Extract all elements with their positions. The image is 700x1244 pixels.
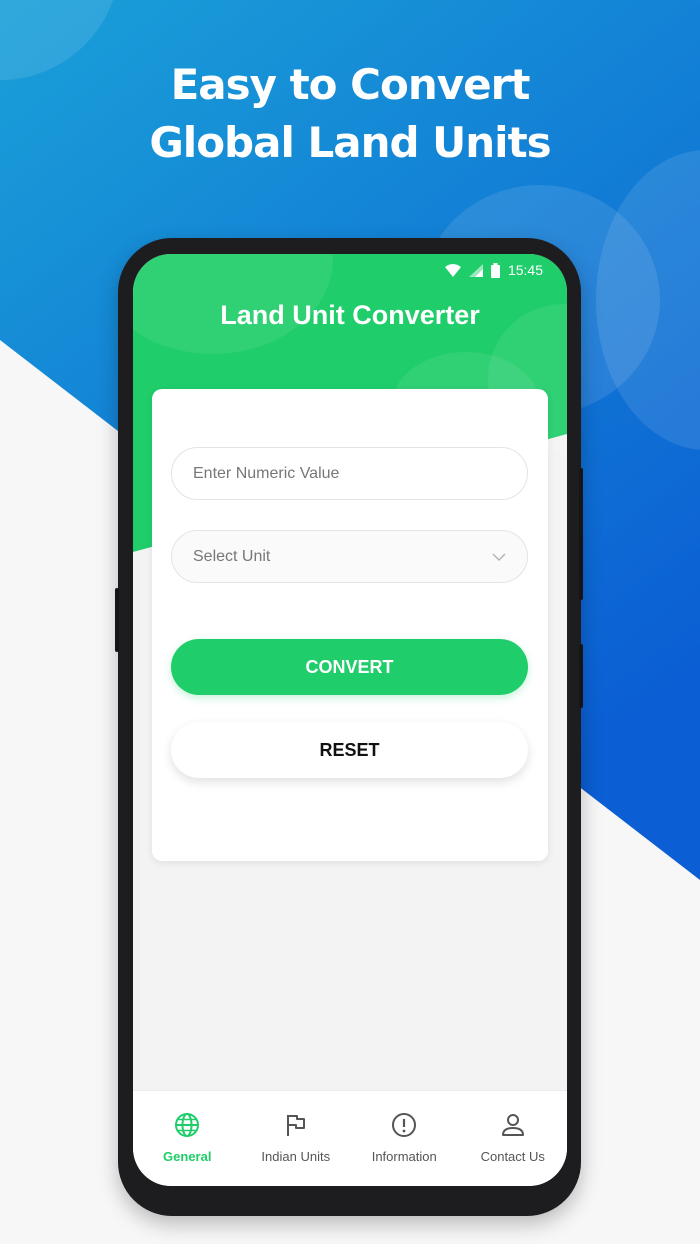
convert-button[interactable]: CONVERT bbox=[171, 639, 528, 695]
nav-item-contact-us[interactable]: Contact Us bbox=[459, 1091, 568, 1186]
info-icon bbox=[391, 1111, 417, 1139]
app-title: Land Unit Converter bbox=[220, 300, 480, 330]
headline-line-1: Easy to Convert bbox=[170, 60, 531, 109]
nav-item-information[interactable]: Information bbox=[350, 1091, 459, 1186]
numeric-value-field bbox=[171, 447, 528, 500]
wifi-icon bbox=[444, 263, 461, 277]
flag-icon bbox=[284, 1111, 308, 1139]
nav-item-general[interactable]: General bbox=[133, 1091, 242, 1186]
nav-label-information: Information bbox=[371, 1149, 437, 1164]
nav-label-contact-us: Contact Us bbox=[480, 1149, 545, 1164]
user-icon bbox=[500, 1111, 526, 1139]
phone-side-button bbox=[579, 644, 583, 708]
reset-button[interactable]: RESET bbox=[171, 722, 528, 778]
promo-headline: Easy to Convert Global Land Units bbox=[0, 56, 700, 172]
numeric-value-input[interactable] bbox=[193, 464, 506, 483]
headline-line-2: Global Land Units bbox=[149, 118, 551, 167]
status-bar: 15:45 bbox=[444, 262, 543, 278]
converter-card: Select Unit CONVERT RESET bbox=[152, 389, 548, 861]
chevron-down-icon bbox=[492, 548, 506, 566]
phone-side-button bbox=[579, 468, 583, 600]
unit-select[interactable]: Select Unit bbox=[171, 530, 528, 583]
phone-side-button bbox=[115, 588, 119, 652]
nav-label-general: General bbox=[163, 1149, 212, 1164]
bottom-navigation: General Indian Units Information Contact… bbox=[133, 1090, 567, 1186]
nav-label-indian-units: Indian Units bbox=[261, 1149, 331, 1164]
signal-icon bbox=[468, 263, 483, 277]
battery-icon bbox=[490, 262, 500, 278]
nav-item-indian-units[interactable]: Indian Units bbox=[242, 1091, 351, 1186]
unit-select-value: Select Unit bbox=[193, 547, 271, 565]
app-screen: 15:45 Land Unit Converter Select Unit CO… bbox=[133, 254, 567, 1186]
status-time: 15:45 bbox=[507, 262, 543, 278]
globe-icon bbox=[174, 1111, 200, 1139]
